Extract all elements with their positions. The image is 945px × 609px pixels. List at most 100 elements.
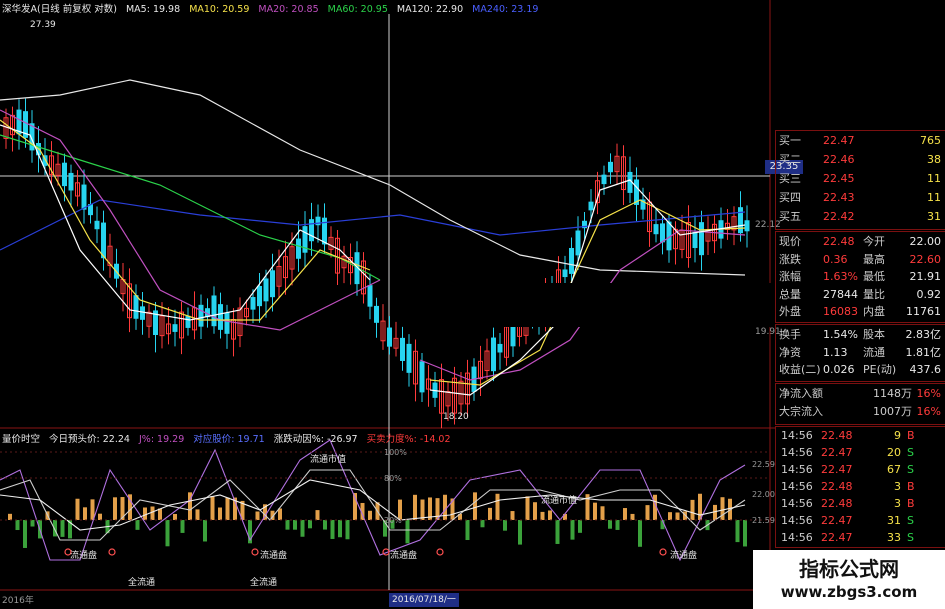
ma5-label: MA5: 19.98 — [125, 4, 181, 15]
flow-value: 1148万 — [873, 387, 912, 400]
ma10-label: MA10: 20.59 — [189, 4, 250, 15]
signal-marker — [659, 548, 667, 556]
indicator-bar-pos — [98, 513, 102, 520]
candle-body — [68, 172, 74, 191]
trade-price: 22.47 — [821, 514, 853, 527]
indicator-bar-neg — [293, 520, 297, 530]
bid-volume: 765 — [920, 134, 941, 147]
trade-price: 22.48 — [821, 480, 853, 493]
indicator-bar-neg — [503, 520, 507, 531]
trade-row: 14:56 22.47 31 S — [775, 513, 945, 529]
info-label: 股本 — [863, 328, 885, 341]
indicator-bar-neg — [555, 520, 560, 544]
info-value: 2.83亿 — [905, 328, 942, 341]
bid-price: 22.46 — [823, 153, 855, 166]
bid-label: 买三 — [779, 172, 801, 185]
trade-volume: 33 — [887, 531, 901, 544]
candle-body — [224, 312, 230, 334]
trade-row: 14:56 22.47 20 S — [775, 445, 945, 461]
indicator-bar-neg — [180, 520, 185, 533]
indicator-bar-pos — [533, 502, 537, 520]
trade-row: 14:56 22.48 3 B — [775, 496, 945, 512]
stat-value: 0.92 — [916, 287, 942, 301]
candle-body — [250, 297, 256, 310]
candle-body — [296, 238, 301, 259]
trade-row: 14:56 22.47 33 S — [775, 530, 945, 546]
stat-label: 最低 — [863, 270, 885, 283]
indicator-bar-neg — [60, 520, 65, 537]
indicator-bar-pos — [315, 510, 320, 520]
bid-price: 22.43 — [823, 191, 855, 204]
quote-panel: 买一 22.47 765 买二 22.46 38 买三 22.45 11 买四 22.43 11 买五 2… — [775, 130, 945, 609]
ma60-line — [0, 134, 381, 281]
bid-volume: 31 — [927, 210, 941, 223]
stat-value: 22.00 — [909, 235, 942, 248]
trade-row: 14:56 22.48 9 B — [775, 428, 945, 444]
indicator-bar-neg — [308, 520, 312, 529]
candle-body — [699, 222, 704, 256]
indicator-bar-neg — [30, 520, 35, 527]
trade-time: 14:56 — [781, 531, 813, 544]
indicator-bar-neg — [345, 520, 350, 540]
ma60-label: MA60: 20.95 — [327, 4, 388, 15]
stat-label: 内盘 — [863, 305, 885, 318]
pct-label: 80% — [384, 474, 402, 483]
signal-marker — [436, 548, 444, 556]
flow-label: 大宗流入 — [779, 405, 823, 418]
candle-body — [94, 220, 100, 230]
info-value: 0.026 — [823, 363, 855, 376]
stat-label: 涨跌 — [779, 252, 801, 266]
info-label: 流通 — [863, 345, 885, 359]
trade-price: 22.47 — [821, 446, 853, 459]
candle-body — [172, 324, 178, 332]
candle-body — [400, 337, 405, 361]
trade-time: 14:56 — [781, 446, 813, 459]
indicator-bar-neg — [165, 520, 170, 547]
bid-label: 买一 — [779, 134, 801, 147]
info-row: 净资 1.13 流通 1.81亿 — [775, 345, 945, 361]
stat-value: 11761 — [906, 305, 941, 318]
candle-body — [185, 315, 191, 328]
info-value: 1.54% — [823, 328, 858, 341]
indicator-bar-neg — [135, 520, 140, 530]
stat-value: 16083 — [823, 305, 858, 318]
indicator-bar-pos — [368, 510, 372, 520]
trade-side: S — [907, 463, 914, 476]
stat-value: 21.91 — [909, 270, 942, 283]
candle-body — [569, 247, 574, 274]
indicator-bar-pos — [413, 494, 417, 520]
indicator-line — [0, 469, 746, 541]
ma20-label: MA20: 20.85 — [258, 4, 319, 15]
stat-row: 外盘 16083 内盘 11761 — [775, 304, 945, 320]
trade-time: 14:56 — [781, 429, 813, 442]
indicator-bar-neg — [323, 520, 327, 530]
trade-volume: 31 — [887, 514, 901, 527]
trade-time: 14:56 — [781, 480, 813, 493]
trade-volume: 67 — [887, 463, 901, 476]
flow-pct: 16% — [916, 405, 941, 418]
stat-row: 涨幅 1.63% 最低 21.91 — [775, 269, 945, 285]
info-label: 收益(二) — [779, 363, 821, 376]
candle-body — [660, 223, 665, 243]
indicator-bar-pos — [113, 497, 117, 520]
masked-region — [405, 283, 780, 327]
trade-side: S — [907, 531, 914, 544]
candle-body — [140, 306, 145, 320]
indicator-bar-pos — [645, 505, 650, 520]
ma10-line — [0, 119, 371, 321]
trade-row: 14:56 22.48 3 B — [775, 479, 945, 495]
candle-body — [406, 343, 412, 373]
indicator-label: 全流通 — [250, 578, 278, 588]
bid-label: 买二 — [779, 153, 801, 166]
indicator-bar-pos — [195, 509, 200, 520]
pct-label: 20% — [384, 516, 402, 525]
bid-row: 买三 22.45 11 — [775, 171, 945, 187]
date-axis-start: 2016年 — [2, 596, 34, 606]
indicator-corr: 对应股价: 19.71 — [193, 434, 265, 445]
ind-axis-label: 22.59 — [752, 460, 775, 469]
bid-price: 22.45 — [823, 172, 855, 185]
ind-axis-label: 21.59 — [752, 516, 775, 525]
trade-time: 14:56 — [781, 497, 813, 510]
indicator-bar-pos — [668, 512, 672, 520]
trade-side: B — [907, 497, 915, 510]
